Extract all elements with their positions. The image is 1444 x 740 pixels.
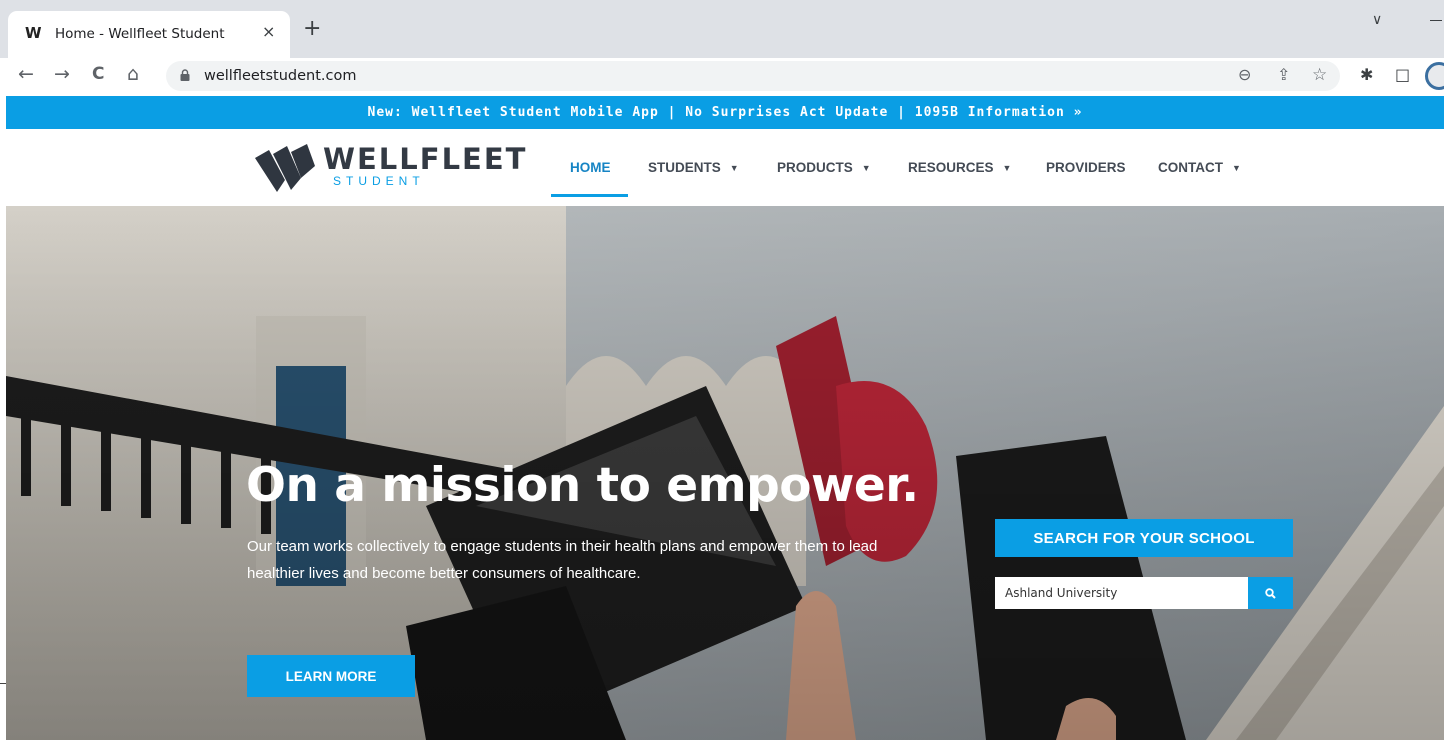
nav-home[interactable]: HOME [570, 160, 611, 175]
chevron-down-icon: ▼ [861, 163, 871, 173]
nav-active-indicator [551, 194, 628, 197]
school-search-button[interactable] [1248, 577, 1293, 609]
chevron-down-icon: ▼ [729, 163, 739, 173]
nav-providers-label: PROVIDERS [1046, 160, 1126, 175]
logo-subtitle: STUDENT [333, 174, 425, 188]
browser-tabstrip: W Home - Wellfleet Student × + ∨ [0, 0, 1444, 58]
browser-tab[interactable]: W Home - Wellfleet Student × [8, 11, 290, 58]
page-edge-marker [0, 683, 6, 684]
new-tab-icon[interactable]: + [303, 18, 321, 40]
learn-more-button[interactable]: LEARN MORE [247, 655, 415, 697]
url-text[interactable]: wellfleetstudent.com [204, 68, 357, 84]
profile-avatar[interactable] [1425, 62, 1444, 90]
nav-products-label: PRODUCTS [777, 160, 853, 175]
promo-text[interactable]: New: Wellfleet Student Mobile App | No S… [368, 105, 1083, 120]
reload-icon[interactable]: C [92, 64, 104, 84]
tab-title: Home - Wellfleet Student [55, 26, 225, 42]
nav-providers[interactable]: PROVIDERS [1046, 160, 1126, 175]
search-icon [1265, 587, 1276, 599]
zoom-icon[interactable]: ⊖ [1238, 65, 1251, 84]
tab-search-icon[interactable]: ∨ [1372, 12, 1382, 28]
hero-title: On a mission to empower. [246, 458, 919, 513]
nav-students[interactable]: STUDENTS ▼ [648, 160, 739, 175]
chevron-down-icon: ▼ [1232, 163, 1241, 173]
forward-icon[interactable]: → [54, 63, 70, 85]
nav-students-label: STUDENTS [648, 160, 721, 175]
logo-wordmark[interactable]: WELLFLEET [323, 142, 527, 176]
browser-toolbar: ← → C ⌂ wellfleetstudent.com ⊖ ⇪ ☆ ✱ □ [0, 58, 1444, 96]
hero-description: Our team works collectively to engage st… [247, 538, 878, 582]
lock-icon [180, 69, 190, 81]
side-panel-icon[interactable]: □ [1395, 65, 1410, 84]
bookmark-star-icon[interactable]: ☆ [1312, 65, 1327, 85]
hero-section: On a mission to empower. Our team works … [6, 206, 1444, 740]
nav-resources-label: RESOURCES [908, 160, 994, 175]
tab-close-icon[interactable]: × [262, 22, 275, 41]
nav-contact-label: CONTACT [1158, 160, 1223, 175]
promo-announcement-bar[interactable]: New: Wellfleet Student Mobile App | No S… [6, 96, 1444, 129]
chevron-down-icon: ▼ [1002, 163, 1012, 173]
site-header: WELLFLEET STUDENT HOME STUDENTS ▼ PRODUCT… [0, 129, 1444, 206]
wellfleet-logo-icon[interactable] [255, 144, 315, 192]
back-icon[interactable]: ← [18, 63, 34, 85]
site-favicon-icon: W [25, 24, 41, 42]
nav-resources[interactable]: RESOURCES ▼ [908, 160, 1011, 175]
home-icon[interactable]: ⌂ [127, 63, 139, 85]
address-bar[interactable]: wellfleetstudent.com ⊖ ⇪ ☆ [166, 61, 1340, 91]
nav-home-label: HOME [570, 160, 611, 175]
extensions-puzzle-icon[interactable]: ✱ [1360, 65, 1373, 84]
school-search-input[interactable] [995, 577, 1248, 609]
nav-contact[interactable]: CONTACT ▼ [1158, 160, 1241, 175]
nav-products[interactable]: PRODUCTS ▼ [777, 160, 871, 175]
school-search-heading: SEARCH FOR YOUR SCHOOL [995, 519, 1293, 557]
minimize-icon[interactable] [1430, 20, 1442, 21]
share-icon[interactable]: ⇪ [1277, 65, 1290, 84]
